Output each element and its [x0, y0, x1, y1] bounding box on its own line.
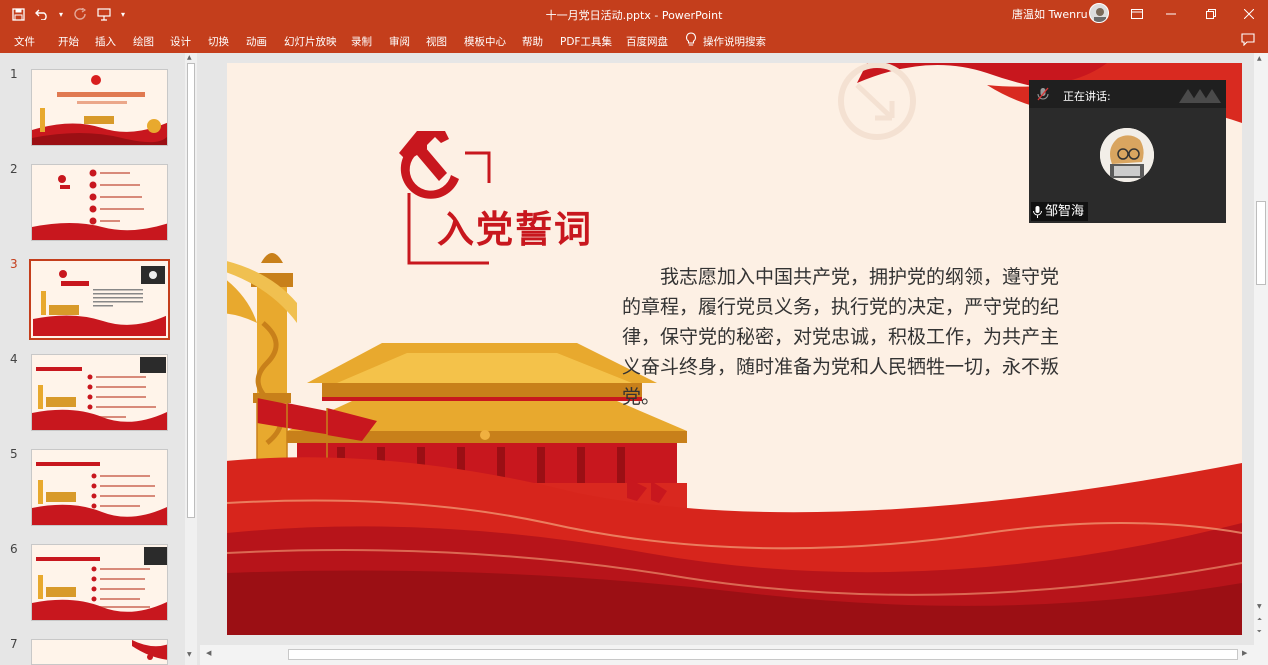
thumbnail-number: 1	[10, 67, 18, 81]
thumbnail-scrollbar[interactable]: ▲ ▼	[185, 53, 197, 665]
lightbulb-icon	[685, 32, 697, 50]
speaking-panel-header: 正在讲话:	[1029, 80, 1226, 108]
speaker-name-label: 邹智海	[1045, 204, 1085, 219]
slide-thumbnail-1[interactable]	[31, 69, 168, 146]
tab-insert[interactable]: 插入	[95, 34, 116, 49]
slide-vertical-scrollbar[interactable]: ▲ ▼ ⏶ ⏷	[1254, 53, 1268, 665]
tab-review[interactable]: 审阅	[389, 34, 410, 49]
next-slide-icon[interactable]: ⏷	[1257, 628, 1262, 636]
thumbnail-scroll-thumb[interactable]	[187, 63, 195, 518]
account-name[interactable]: 唐温如 Twenru	[1012, 6, 1088, 22]
slide-thumbnail-6[interactable]	[31, 544, 168, 621]
app-logo-icon	[1179, 85, 1221, 106]
thumbnail-number: 3	[10, 257, 18, 271]
title-bar: ▾ ▾ 十一月党日活动.pptx - PowerPoint 唐温如 Twenru	[0, 0, 1268, 28]
scroll-up-icon[interactable]: ▲	[187, 54, 192, 61]
close-icon[interactable]	[1239, 4, 1259, 24]
scroll-down-icon[interactable]: ▼	[1257, 603, 1262, 610]
tab-record[interactable]: 录制	[351, 34, 372, 49]
speaker-name: 邹智海	[1031, 202, 1089, 224]
scroll-right-icon[interactable]: ▶	[1242, 649, 1247, 657]
tab-file[interactable]: 文件	[14, 34, 35, 49]
slide-thumbnail-7[interactable]	[31, 639, 168, 665]
slide-title[interactable]: 入党誓词	[437, 199, 593, 253]
tab-view[interactable]: 视图	[426, 34, 447, 49]
scroll-down-icon[interactable]: ▼	[187, 651, 192, 658]
tab-home[interactable]: 开始	[58, 34, 79, 49]
speaking-panel[interactable]: 正在讲话: 邹智海	[1029, 80, 1226, 223]
tell-me-label: 操作说明搜索	[703, 35, 766, 48]
muted-mic-icon	[1037, 87, 1049, 104]
thumbnail-number: 7	[10, 637, 18, 651]
slide-thumbnail-2[interactable]	[31, 164, 168, 241]
scroll-up-icon[interactable]: ▲	[1257, 55, 1262, 62]
ribbon-display-options-icon[interactable]	[1127, 4, 1147, 24]
speaker-avatar	[1100, 128, 1154, 182]
thumbnail-number: 2	[10, 162, 18, 176]
slide-horizontal-scrollbar[interactable]: ◀ ▶	[200, 645, 1254, 665]
slide-thumbnail-3[interactable]	[29, 259, 170, 340]
tell-me-search[interactable]: 操作说明搜索	[685, 32, 766, 50]
microphone-icon	[1033, 205, 1042, 224]
thumbnail-number: 6	[10, 542, 18, 556]
scroll-left-icon[interactable]: ◀	[206, 649, 211, 657]
oath-text[interactable]: 我志愿加入中国共产党，拥护党的纲领，遵守党的章程，履行党员义务，执行党的决定，严…	[622, 262, 1072, 412]
tab-slideshow[interactable]: 幻灯片放映	[284, 34, 337, 49]
slide-thumbnail-pane[interactable]: 1 2 3 4 5 6 7	[0, 53, 200, 665]
tab-design[interactable]: 设计	[170, 34, 191, 49]
tab-help[interactable]: 帮助	[522, 34, 543, 49]
tab-template-center[interactable]: 模板中心	[464, 34, 506, 49]
slide-scroll-thumb[interactable]	[1256, 201, 1266, 285]
restore-icon[interactable]	[1201, 4, 1221, 24]
horizontal-scroll-thumb[interactable]	[288, 649, 1238, 660]
thumbnail-number: 5	[10, 447, 18, 461]
ribbon-tabs: 文件 开始 插入 绘图 设计 切换 动画 幻灯片放映 录制 审阅 视图 模板中心…	[0, 28, 1268, 53]
tab-draw[interactable]: 绘图	[133, 34, 154, 49]
tab-transitions[interactable]: 切换	[208, 34, 229, 49]
tab-pdf-tools[interactable]: PDF工具集	[560, 34, 612, 49]
slide-thumbnail-5[interactable]	[31, 449, 168, 526]
thumbnail-number: 4	[10, 352, 18, 366]
minimize-icon[interactable]	[1161, 4, 1181, 24]
tab-baidu-netdisk[interactable]: 百度网盘	[626, 34, 668, 49]
slide-thumbnail-4[interactable]	[31, 354, 168, 431]
account-avatar[interactable]	[1089, 3, 1109, 23]
speaking-label: 正在讲话:	[1063, 90, 1111, 103]
comments-icon[interactable]	[1241, 33, 1257, 47]
tab-animations[interactable]: 动画	[246, 34, 267, 49]
previous-slide-icon[interactable]: ⏶	[1257, 616, 1262, 624]
